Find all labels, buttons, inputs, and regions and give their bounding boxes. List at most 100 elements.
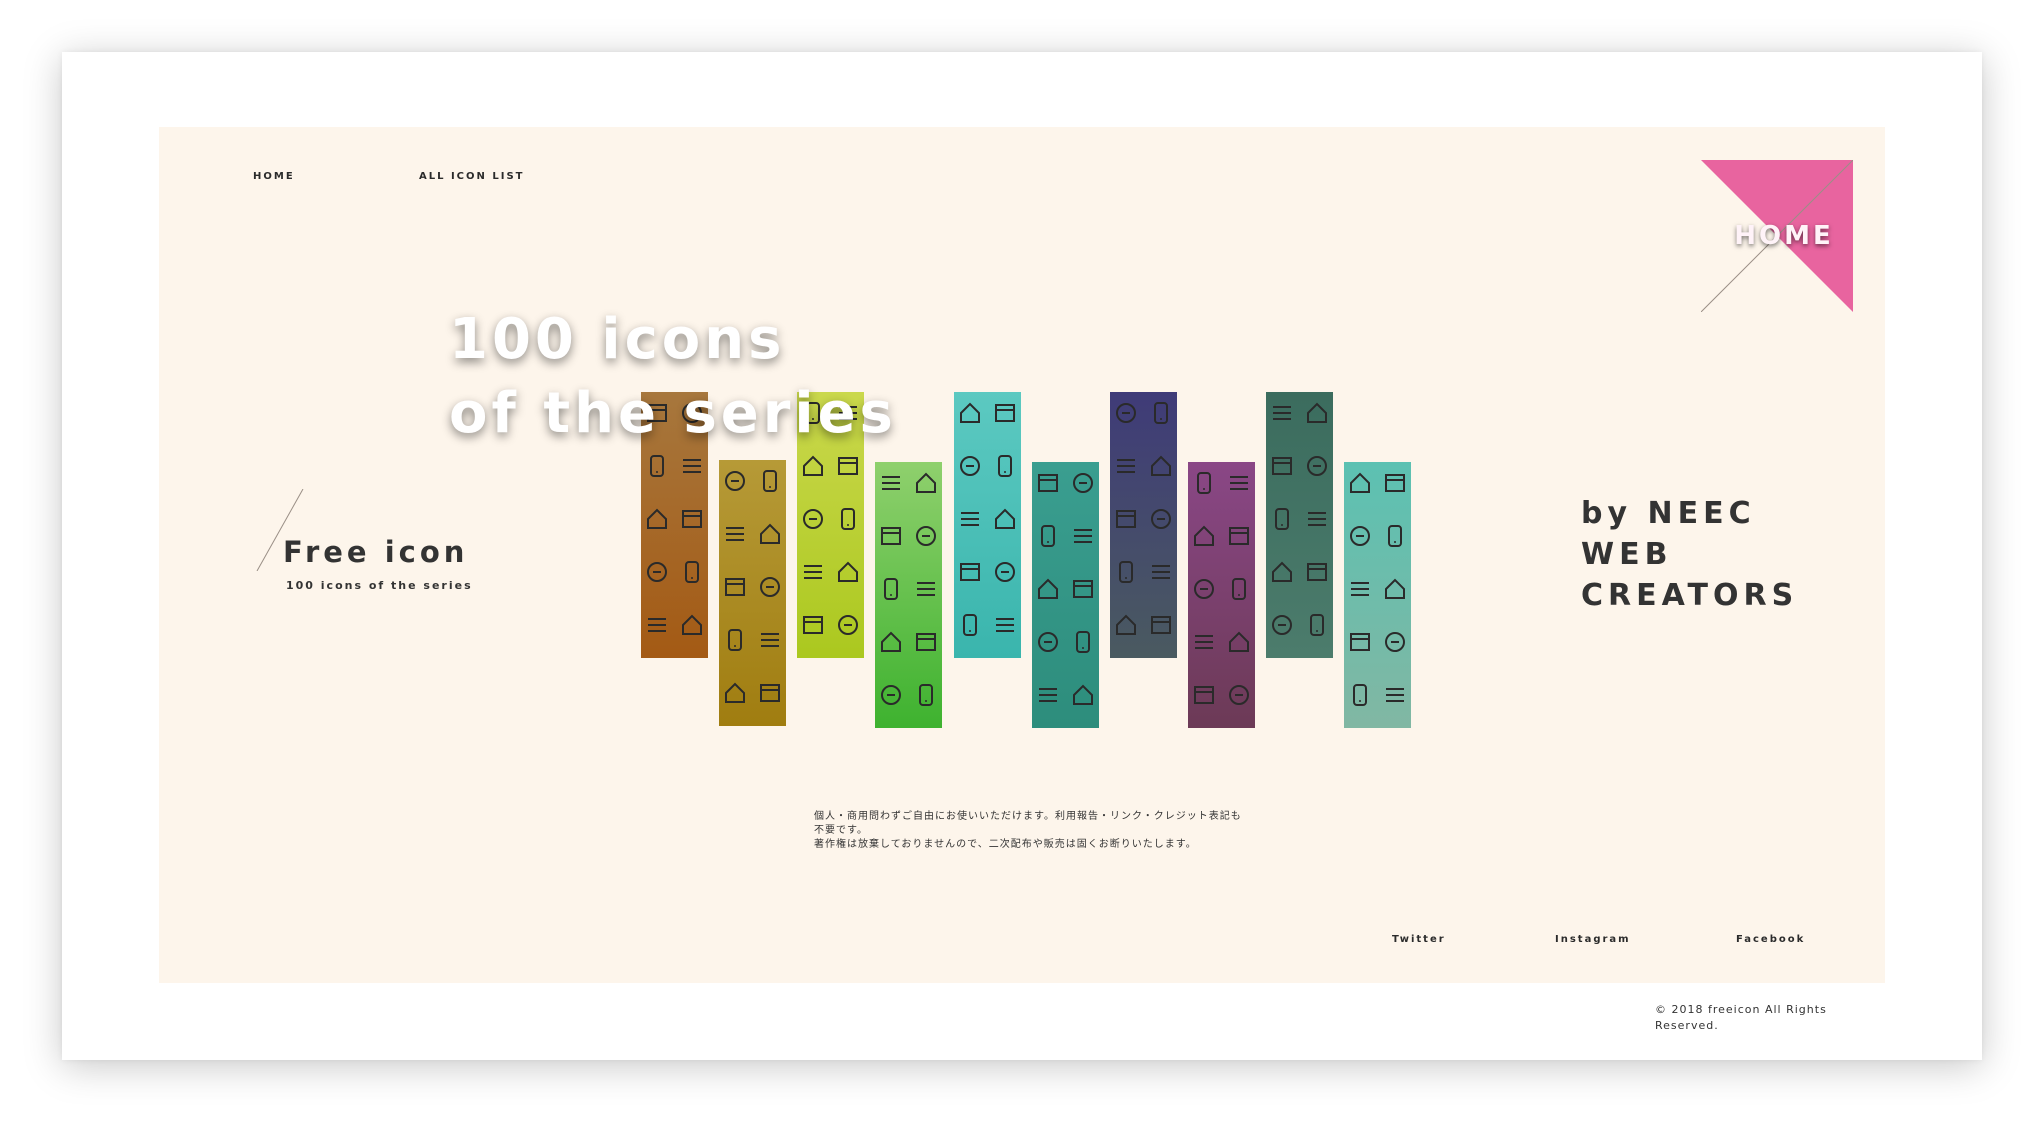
wifi-tower-icon[interactable] — [835, 559, 861, 585]
cloud-upload-icon[interactable] — [1226, 576, 1252, 602]
rss-icon[interactable] — [722, 627, 748, 653]
stack-icon[interactable] — [1191, 682, 1217, 708]
check-icon[interactable] — [878, 682, 904, 708]
browser-icon[interactable] — [1191, 629, 1217, 655]
tag-icon[interactable] — [679, 453, 705, 479]
home-icon[interactable] — [1347, 470, 1373, 496]
rewind-icon[interactable] — [644, 559, 670, 585]
camera-icon[interactable] — [1269, 400, 1295, 426]
folder-icon[interactable] — [992, 506, 1018, 532]
image-icon[interactable] — [1191, 576, 1217, 602]
flag-icon[interactable] — [757, 680, 783, 706]
save-icon[interactable] — [878, 470, 904, 496]
hat-icon[interactable] — [1035, 523, 1061, 549]
magnet-icon[interactable] — [800, 506, 826, 532]
search-icon[interactable] — [1269, 453, 1295, 479]
credit-line3: CREATORS — [1581, 578, 1799, 613]
pause-icon[interactable] — [644, 506, 670, 532]
cart-icon[interactable] — [1113, 453, 1139, 479]
tophat-icon[interactable] — [1070, 682, 1096, 708]
trash-icon[interactable] — [878, 523, 904, 549]
save-icon[interactable] — [913, 470, 939, 496]
medical-cross-icon[interactable] — [835, 506, 861, 532]
monitor-icon[interactable] — [835, 612, 861, 638]
play-circle-icon[interactable] — [1035, 470, 1061, 496]
ban-icon[interactable] — [1269, 612, 1295, 638]
contrast-icon[interactable] — [1382, 470, 1408, 496]
video-icon[interactable] — [1304, 612, 1330, 638]
chat-icon[interactable] — [878, 629, 904, 655]
chart-icon[interactable] — [1191, 470, 1217, 496]
facebook-link[interactable]: Facebook — [1736, 934, 1805, 945]
magic-wand-icon[interactable] — [1035, 576, 1061, 602]
instagram-link[interactable]: Instagram — [1555, 934, 1631, 945]
chart-icon[interactable] — [1226, 523, 1252, 549]
zoom-icon[interactable] — [1148, 400, 1174, 426]
bluetooth-icon[interactable] — [800, 453, 826, 479]
bird-icon[interactable] — [1070, 576, 1096, 602]
arrow-right-icon[interactable] — [992, 400, 1018, 426]
download-box-icon[interactable] — [913, 523, 939, 549]
folder-icon[interactable] — [679, 612, 705, 638]
previous-icon[interactable] — [722, 468, 748, 494]
book-icon[interactable] — [644, 612, 670, 638]
mail-icon[interactable] — [878, 576, 904, 602]
close-icon[interactable] — [722, 521, 748, 547]
map-pin-icon[interactable] — [1113, 559, 1139, 585]
comment-icon[interactable] — [1347, 523, 1373, 549]
badge-icon[interactable] — [1382, 629, 1408, 655]
zoom-icon[interactable] — [1113, 400, 1139, 426]
browser-icon[interactable] — [1304, 559, 1330, 585]
square-icon[interactable] — [1226, 470, 1252, 496]
check-box-icon[interactable] — [1113, 506, 1139, 532]
gamepad-icon[interactable] — [1113, 612, 1139, 638]
close-circle-icon[interactable] — [679, 559, 705, 585]
settings-icon[interactable] — [1382, 682, 1408, 708]
smile-icon[interactable] — [913, 576, 939, 602]
lock-icon[interactable] — [1382, 576, 1408, 602]
books-icon[interactable] — [1226, 629, 1252, 655]
folder-icon[interactable] — [757, 574, 783, 600]
calendar-icon[interactable] — [1148, 506, 1174, 532]
phone-icon[interactable] — [800, 559, 826, 585]
menu-icon[interactable] — [757, 627, 783, 653]
power-icon[interactable] — [835, 453, 861, 479]
search-icon[interactable] — [1304, 453, 1330, 479]
cloud-icon[interactable] — [1347, 576, 1373, 602]
list-icon[interactable] — [992, 612, 1018, 638]
thumbs-down-icon[interactable] — [1035, 629, 1061, 655]
warning-icon[interactable] — [1347, 629, 1373, 655]
magic-hat-icon[interactable] — [1035, 682, 1061, 708]
laptop-icon[interactable] — [1226, 682, 1252, 708]
cart-add-icon[interactable] — [1148, 453, 1174, 479]
chip-icon[interactable] — [992, 559, 1018, 585]
chart-icon[interactable] — [1191, 523, 1217, 549]
phone-icon[interactable] — [1070, 629, 1096, 655]
list-icon[interactable] — [992, 453, 1018, 479]
play-icon[interactable] — [913, 629, 939, 655]
transfer-icon[interactable] — [957, 506, 983, 532]
cloud-upload-icon[interactable] — [722, 574, 748, 600]
volume-icon[interactable] — [757, 468, 783, 494]
tag-icon[interactable] — [1148, 559, 1174, 585]
music-icon[interactable] — [722, 680, 748, 706]
train-icon[interactable] — [1269, 559, 1295, 585]
id-card-icon[interactable] — [1382, 523, 1408, 549]
sort-icon[interactable] — [957, 612, 983, 638]
tablet-icon[interactable] — [644, 453, 670, 479]
phone-handset-icon[interactable] — [1347, 682, 1373, 708]
twitter-link[interactable]: Twitter — [1392, 934, 1446, 945]
card-icon[interactable] — [800, 612, 826, 638]
heart-icon[interactable] — [1070, 523, 1096, 549]
home-icon[interactable] — [957, 400, 983, 426]
reply-icon[interactable] — [957, 559, 983, 585]
recycle-icon[interactable] — [957, 453, 983, 479]
disc-icon[interactable] — [1148, 612, 1174, 638]
camera-icon[interactable] — [1304, 400, 1330, 426]
palette-icon[interactable] — [913, 682, 939, 708]
no-entry-icon[interactable] — [757, 521, 783, 547]
castle-icon[interactable] — [1269, 506, 1295, 532]
download-icon[interactable] — [679, 506, 705, 532]
puzzle-icon[interactable] — [1304, 506, 1330, 532]
pause-circle-icon[interactable] — [1070, 470, 1096, 496]
